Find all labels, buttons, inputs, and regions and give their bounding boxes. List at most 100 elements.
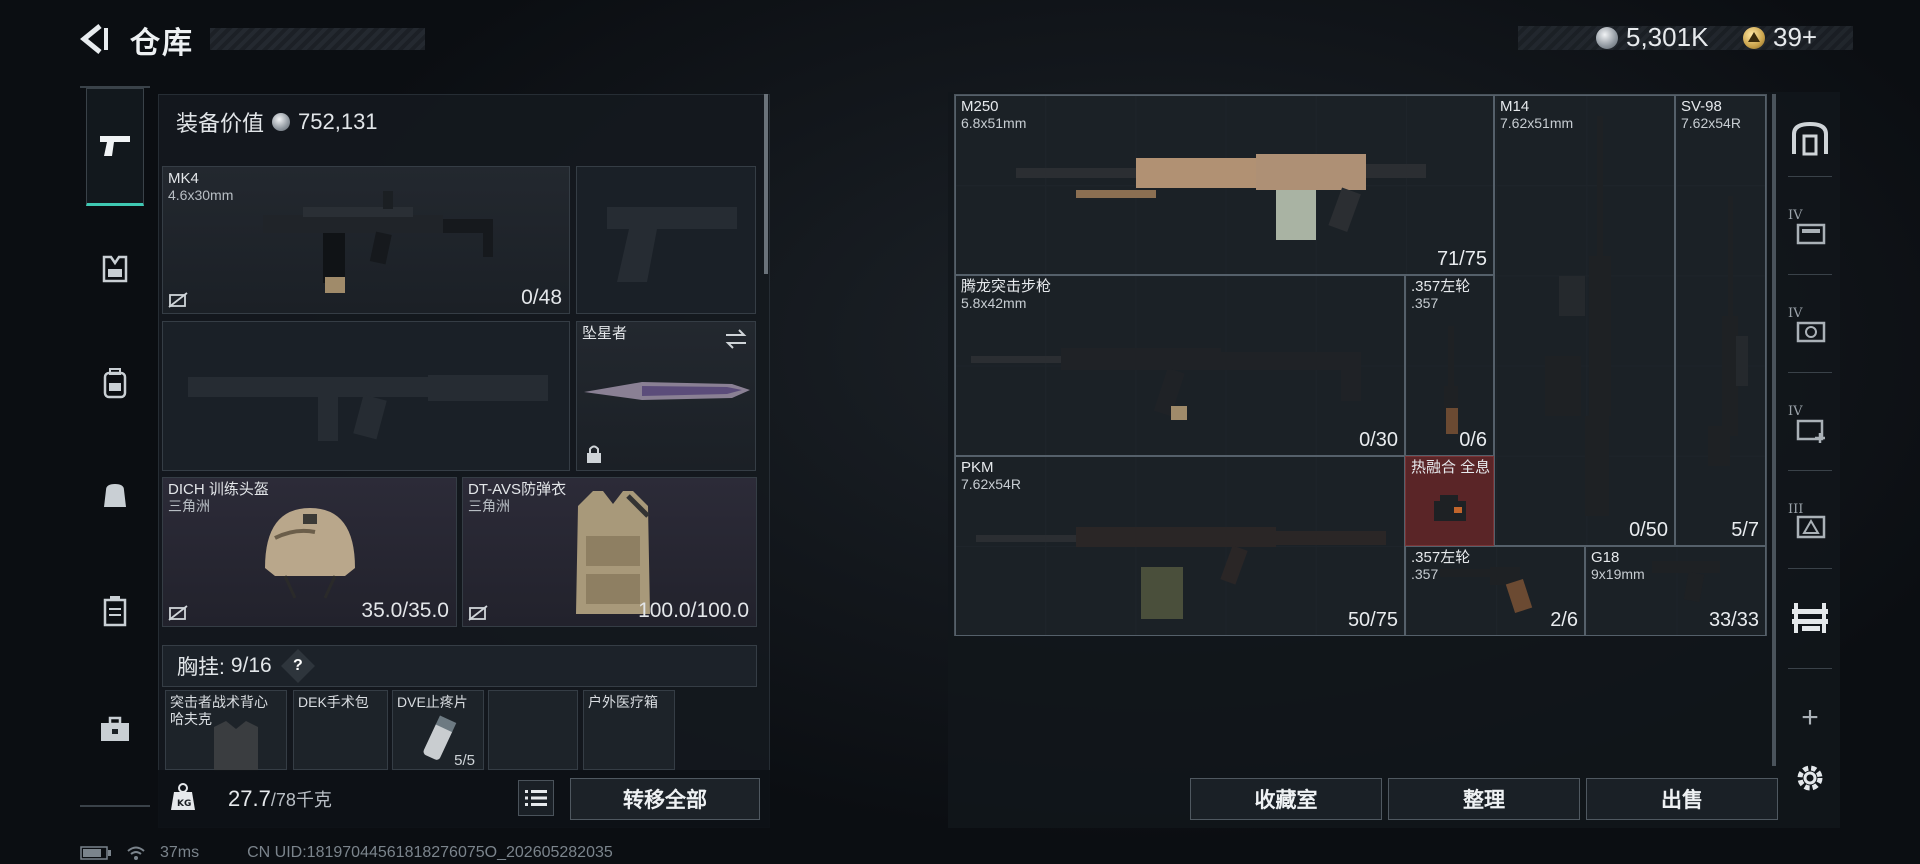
melee-slot[interactable]: 坠星者 bbox=[576, 321, 756, 471]
item-name: M14 bbox=[1500, 98, 1530, 115]
stash-scrollbar[interactable] bbox=[1772, 94, 1776, 766]
nav-supplies[interactable] bbox=[86, 582, 144, 640]
backpack-icon bbox=[103, 368, 127, 399]
weight-icon: KG bbox=[168, 782, 198, 812]
rig-item-painkiller[interactable]: DVE止疼片 5/5 bbox=[392, 690, 484, 770]
item-name: 腾龙突击步枪 bbox=[961, 278, 1052, 295]
left-nav bbox=[80, 88, 150, 808]
rig-item-empty[interactable] bbox=[488, 690, 578, 770]
armor-name: DT-AVS防弹衣 bbox=[468, 481, 567, 498]
primary-weapon-name: MK4 bbox=[168, 170, 199, 187]
page-title: 仓库 bbox=[130, 27, 194, 60]
equipment-value: 装备价值 752,131 bbox=[176, 106, 378, 138]
tab-container-iii[interactable]: III bbox=[1784, 500, 1836, 552]
chest-rig-capacity: 9/16 bbox=[230, 654, 272, 677]
primary-weapon-slot[interactable]: MK4 4.6x30mm 0/48 bbox=[162, 166, 570, 314]
tab-stash-home[interactable] bbox=[1784, 112, 1836, 164]
weight-readout: 27.7/78千克 bbox=[228, 786, 332, 812]
primary-weapon-ammo: 0/48 bbox=[521, 286, 562, 309]
item-name: G18 bbox=[1591, 549, 1620, 566]
wifi-icon bbox=[127, 846, 145, 860]
left-scrollbar[interactable] bbox=[764, 94, 768, 274]
item-count: 0/30 bbox=[1359, 429, 1398, 451]
rig-item-title: DEK手术包 bbox=[298, 694, 369, 710]
stash-item-m250[interactable]: M250 6.8x51mm 71/75 bbox=[955, 95, 1494, 275]
stash-item-m14[interactable]: M14 7.62x51mm 0/50 bbox=[1494, 95, 1675, 546]
stash-item-357-revolver-2[interactable]: .357左轮 .357 2/6 bbox=[1405, 546, 1585, 636]
rig-item-surgery-kit[interactable]: DEK手术包 bbox=[293, 690, 388, 770]
collection-room-button[interactable]: 收藏室 bbox=[1190, 778, 1382, 820]
currency-gold[interactable]: 39+ bbox=[1743, 22, 1817, 53]
stash-item-tenglong-rifle[interactable]: 腾龙突击步枪 5.8x42mm 0/30 bbox=[955, 275, 1405, 456]
list-view-button[interactable] bbox=[518, 780, 554, 816]
help-button[interactable]: ? bbox=[280, 649, 315, 683]
stash-item-g18[interactable]: G18 9x19mm 33/33 bbox=[1585, 546, 1766, 636]
armor-slot[interactable]: DT-AVS防弹衣 三角洲 100.0/100.0 bbox=[462, 477, 757, 627]
helmet-slot[interactable]: DICH 训练头盔 三角洲 35.0/35.0 bbox=[162, 477, 457, 627]
chest-rig-label: 胸挂: bbox=[177, 656, 225, 679]
revolver-image bbox=[1440, 567, 1533, 614]
tab-tier-label: III bbox=[1788, 502, 1804, 517]
item-name: .357左轮 bbox=[1411, 278, 1471, 295]
toolbox-icon bbox=[101, 716, 129, 741]
transfer-all-button[interactable]: 转移全部 bbox=[570, 778, 760, 820]
pistol-slot-empty[interactable] bbox=[576, 166, 756, 314]
tab-container-iv-2[interactable]: IV bbox=[1784, 304, 1836, 356]
gold-coin-icon bbox=[1743, 26, 1765, 49]
stash-item-357-revolver-1[interactable]: .357左轮 .357 0/6 bbox=[1405, 275, 1494, 456]
sell-button[interactable]: 出售 bbox=[1586, 778, 1778, 820]
item-count: 2/6 bbox=[1550, 609, 1578, 631]
settings-icon bbox=[1797, 765, 1823, 791]
stash-tabs: IV IV IV III + bbox=[1778, 92, 1840, 828]
tab-add[interactable]: + bbox=[1784, 692, 1836, 744]
rig-item-title: 突击者战术背心 bbox=[170, 694, 268, 710]
nav-weapons[interactable] bbox=[86, 88, 144, 206]
tab-tier-label: IV bbox=[1788, 208, 1803, 223]
nav-pack[interactable] bbox=[86, 466, 144, 524]
item-name: SV-98 bbox=[1681, 98, 1722, 115]
nav-divider-bottom bbox=[80, 805, 150, 807]
rig-item-medbox[interactable]: 户外医疗箱 bbox=[583, 690, 675, 770]
tab-tier-label: IV bbox=[1788, 404, 1803, 419]
equipment-value-amount: 752,131 bbox=[298, 109, 378, 134]
helmet-source: 三角洲 bbox=[168, 498, 210, 514]
swap-icon[interactable] bbox=[723, 327, 749, 351]
silver-amount: 5,301K bbox=[1626, 22, 1709, 52]
vest-item-image bbox=[214, 721, 258, 771]
rig-item-title: 户外医疗箱 bbox=[588, 694, 658, 710]
m14-weapon-image bbox=[1545, 116, 1611, 516]
back-button[interactable] bbox=[78, 22, 112, 56]
sv98-weapon-image bbox=[1708, 196, 1748, 466]
item-name: PKM bbox=[961, 459, 994, 476]
equipment-value-label: 装备价值 bbox=[176, 111, 265, 136]
nav-backpack[interactable] bbox=[86, 354, 144, 412]
sort-button[interactable]: 整理 bbox=[1388, 778, 1580, 820]
lock-icon bbox=[587, 445, 601, 463]
m250-weapon-image bbox=[1016, 154, 1426, 240]
item-caliber: .357 bbox=[1411, 566, 1439, 582]
helmet-image bbox=[265, 508, 355, 599]
rig-item-vest[interactable]: 突击者战术背心 哈夫克 bbox=[165, 690, 287, 771]
vest-icon bbox=[102, 255, 128, 283]
item-caliber: .357 bbox=[1411, 295, 1439, 311]
tenglong-weapon-image bbox=[971, 348, 1361, 420]
armor-durability: 100.0/100.0 bbox=[638, 599, 749, 622]
battery-icon bbox=[80, 846, 111, 860]
tab-container-iv-1[interactable]: IV bbox=[1784, 206, 1836, 258]
settings-button[interactable] bbox=[1784, 752, 1836, 804]
nav-medkit[interactable] bbox=[86, 700, 144, 758]
status-bar: 37ms CN UID:18197044561818276075O_202605… bbox=[80, 844, 613, 862]
back-arrow-icon bbox=[80, 24, 108, 54]
item-caliber: 5.8x42mm bbox=[961, 295, 1027, 311]
stash-item-pkm[interactable]: PKM 7.62x54R 50/75 bbox=[955, 456, 1405, 636]
tab-shelf[interactable] bbox=[1784, 592, 1836, 644]
item-count: 0/50 bbox=[1629, 519, 1668, 541]
tab-container-iv-3[interactable]: IV bbox=[1784, 402, 1836, 454]
nav-gear[interactable] bbox=[86, 240, 144, 298]
item-count: 5/7 bbox=[1731, 519, 1759, 541]
stash-item-thermal-holo[interactable]: 热融合 全息 bbox=[1405, 456, 1494, 546]
rifle-placeholder-icon bbox=[188, 375, 548, 441]
helmet-name: DICH 训练头盔 bbox=[168, 481, 269, 498]
secondary-weapon-slot-empty[interactable] bbox=[162, 321, 570, 471]
stash-item-sv98[interactable]: SV-98 7.62x54R 5/7 bbox=[1675, 95, 1766, 546]
